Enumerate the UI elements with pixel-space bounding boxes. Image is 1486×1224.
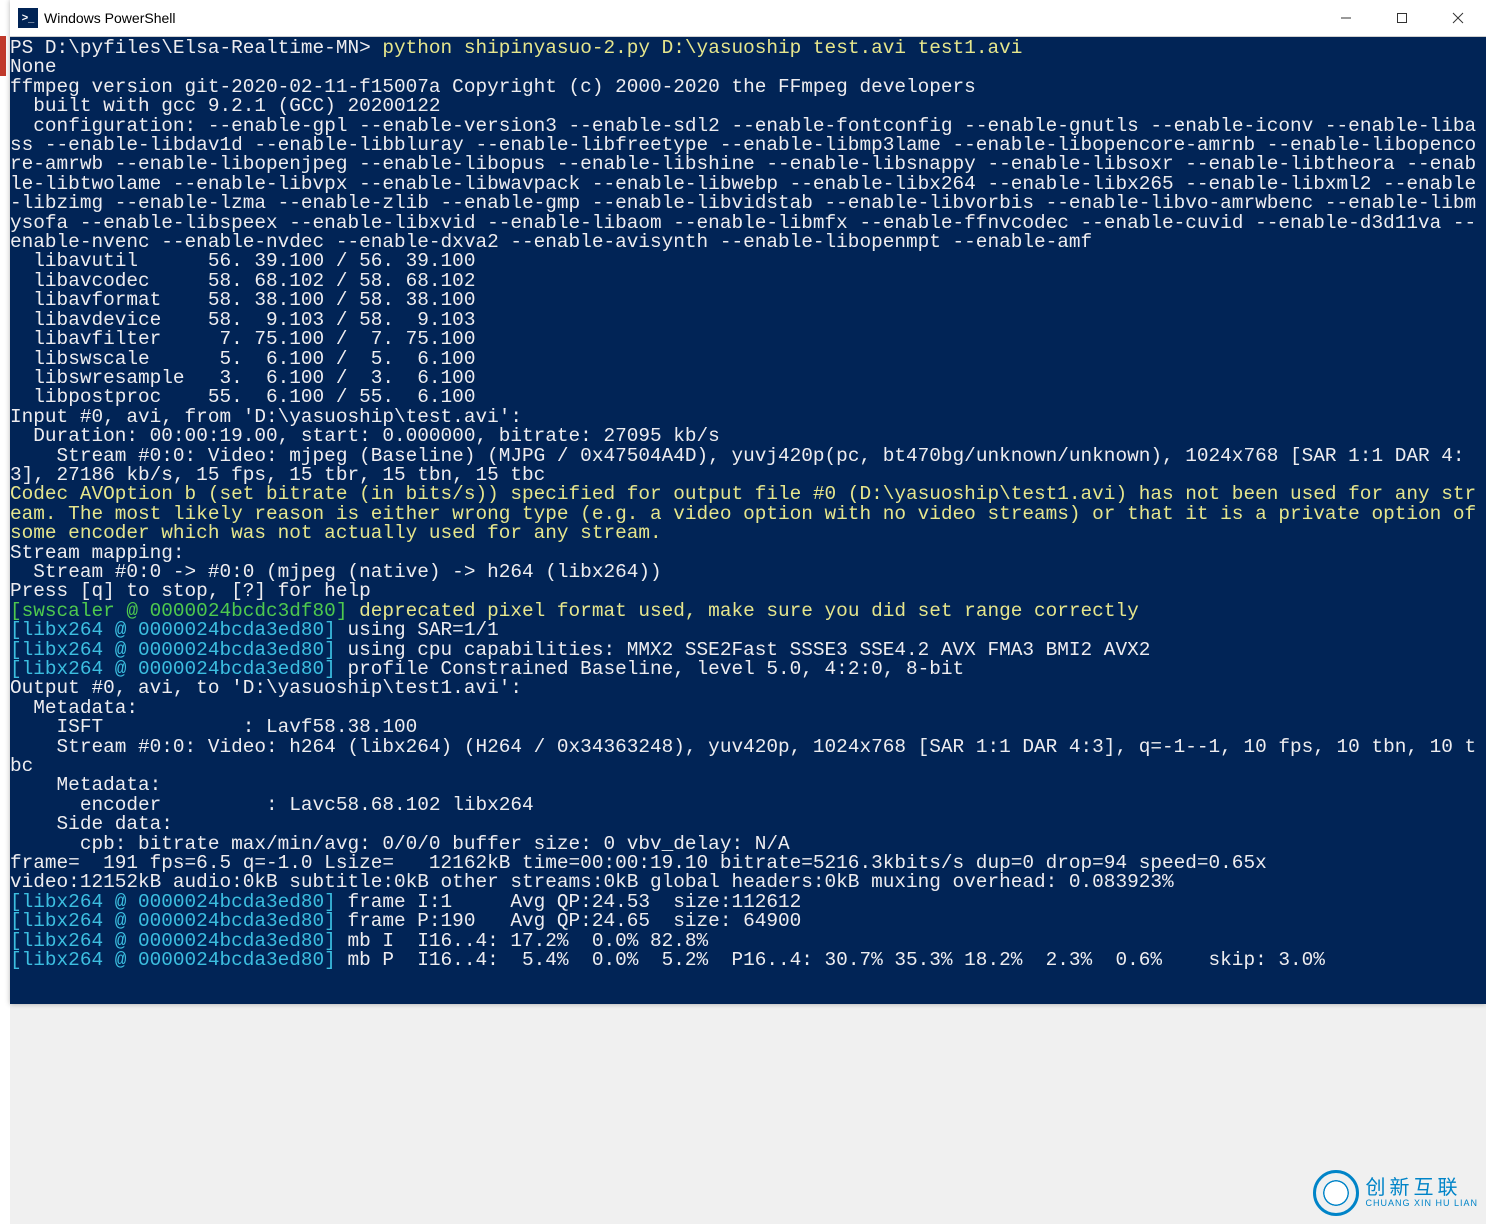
stream-0-0-input: Stream #0:0: Video: mjpeg (Baseline) (MJ… [10,445,1465,486]
stream-0-0-output: Stream #0:0: Video: h264 (libx264) (H264… [10,736,1476,777]
powershell-icon-label: >_ [22,12,35,24]
red-accent-bar [0,36,6,76]
command-line: python shipinyasuo-2.py D:\yasuoship tes… [382,37,1022,59]
prompt: PS D:\pyfiles\Elsa-Realtime-MN> [10,37,382,59]
close-icon [1452,12,1464,24]
background-left-strip [0,0,10,1224]
watermark-en: CHUANG XIN HU LIAN [1365,1199,1478,1209]
maximize-icon [1396,12,1408,24]
watermark-text: 创新互联 CHUANG XIN HU LIAN [1365,1177,1478,1209]
libx264-tag: [libx264 @ 0000024bcda3ed80] [10,949,347,971]
watermark: 创新互联 CHUANG XIN HU LIAN [1313,1170,1478,1216]
window-title: Windows PowerShell [44,10,1318,26]
close-button[interactable] [1430,0,1486,36]
minimize-icon [1340,12,1352,24]
minimize-button[interactable] [1318,0,1374,36]
configuration: configuration: --enable-gpl --enable-ver… [10,115,1476,253]
watermark-cn: 创新互联 [1365,1177,1478,1199]
window-controls [1318,0,1486,36]
mb-p: mb P I16..4: 5.4% 0.0% 5.2% P16..4: 30.7… [347,949,1324,971]
maximize-button[interactable] [1374,0,1430,36]
powershell-window: >_ Windows PowerShell PS D:\pyfiles\Elsa… [10,0,1486,1004]
codec-warning: Codec AVOption b (set bitrate (in bits/s… [10,483,1486,544]
powershell-icon: >_ [18,8,38,28]
watermark-logo-icon [1313,1170,1359,1216]
terminal-output[interactable]: PS D:\pyfiles\Elsa-Realtime-MN> python s… [10,37,1486,1004]
window-titlebar[interactable]: >_ Windows PowerShell [10,0,1486,37]
